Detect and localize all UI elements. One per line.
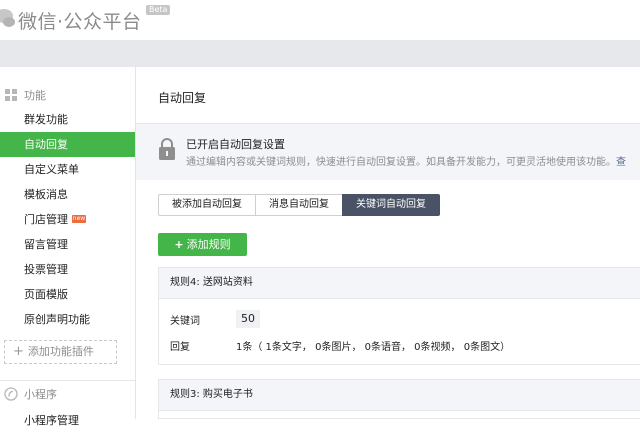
sidebar-item-store-manage[interactable]: 门店管理 new [0,207,135,232]
add-rule-label: 添加规则 [186,238,231,251]
tab-keyword-reply[interactable]: 关键词自动回复 [342,194,440,216]
sidebar-item-miniprogram-manage[interactable]: 小程序管理 [0,408,135,433]
sidebar-item-custom-menu[interactable]: 自定义菜单 [0,157,135,182]
auto-reply-notice: 已开启自动回复设置 通过编辑内容或关键词规则，快速进行自动回复设置。如具备开发能… [136,124,640,180]
add-plugin-label: 添加功能插件 [27,345,94,358]
sidebar-item-label: 自动回复 [24,138,68,151]
rule-reply-row: 回复 1条（ 1条文字， 0条图片， 0条语音， 0条视频， 0条图文） [170,338,510,353]
rule-keyword-row: 关键词 50 [170,310,260,328]
sidebar-item-label: 模板消息 [24,188,68,201]
main-content: 自动回复 已开启自动回复设置 通过编辑内容或关键词规则，快速进行自动回复设置。如… [136,67,640,419]
notice-text: 通过编辑内容或关键词规则，快速进行自动回复设置。如具备开发能力，可更灵活地使用该… [186,157,616,168]
sidebar-item-comments[interactable]: 留言管理 [0,232,135,257]
wechat-logo-icon [0,9,15,27]
sidebar-section-label: 小程序 [24,388,57,401]
notice-link[interactable]: 查 [616,157,626,168]
sidebar-item-label: 原创声明功能 [24,313,90,326]
sidebar-item-auto-reply[interactable]: 自动回复 [0,132,135,157]
reply-summary: 1条（ 1条文字， 0条图片， 0条语音， 0条视频， 0条图文） [236,342,511,353]
page-title: 自动回复 [158,91,207,105]
tab-added-reply[interactable]: 被添加自动回复 [158,194,256,216]
sidebar: 功能 群发功能 自动回复 自定义菜单 模板消息 门店管理 new 留言管理 投票管… [0,67,136,427]
sidebar-item-mass-send[interactable]: 群发功能 [0,107,135,132]
sidebar-item-original-claim[interactable]: 原创声明功能 [0,307,135,332]
miniprogram-icon [4,387,18,401]
rule-title: 规则4: 送网站资料 [159,268,640,299]
sidebar-item-label: 留言管理 [24,238,68,251]
sidebar-item-label: 自定义菜单 [24,163,79,176]
sidebar-item-label: 页面模版 [24,288,68,301]
add-rule-button[interactable]: + 添加规则 [158,233,247,256]
sidebar-section-miniprogram: 小程序 [0,384,57,404]
notice-title: 已开启自动回复设置 [186,138,285,151]
reply-label: 回复 [170,342,190,353]
beta-badge: Beta [146,5,171,15]
keyword-label: 关键词 [170,315,200,327]
sidebar-item-label: 群发功能 [24,113,68,126]
notice-description: 通过编辑内容或关键词规则，快速进行自动回复设置。如具备开发能力，可更灵活地使用该… [186,153,626,168]
plus-icon: + [13,344,24,359]
add-plugin-button[interactable]: + 添加功能插件 [4,340,117,364]
sidebar-divider [0,380,135,381]
reply-type-tabs: 被添加自动回复 消息自动回复 关键词自动回复 [158,194,440,216]
sidebar-item-template-msg[interactable]: 模板消息 [0,182,135,207]
top-bar [0,40,640,67]
rule-card[interactable]: 规则3: 购买电子书 [158,379,640,419]
sidebar-item-label: 门店管理 [24,213,68,226]
sidebar-section-label: 功能 [24,89,46,102]
plus-icon: + [174,238,184,251]
sidebar-item-votes[interactable]: 投票管理 [0,257,135,282]
rule-title: 规则3: 购买电子书 [159,380,640,411]
lock-icon [159,138,175,160]
brand-title: 微信·公众平台 [18,11,142,33]
keyword-chip: 50 [236,310,260,328]
top-header: 微信·公众平台 Beta [0,0,640,40]
sidebar-section-features: 功能 [0,85,46,105]
tab-message-reply[interactable]: 消息自动回复 [255,194,343,216]
sidebar-item-label: 投票管理 [24,263,68,276]
sidebar-item-label: 小程序管理 [24,414,79,427]
new-badge: new [72,215,86,223]
sidebar-item-page-templates[interactable]: 页面模版 [0,282,135,307]
grid-icon [5,89,17,101]
rule-card[interactable]: 规则4: 送网站资料 关键词 50 回复 1条（ 1条文字， 0条图片， 0条语… [158,267,640,365]
